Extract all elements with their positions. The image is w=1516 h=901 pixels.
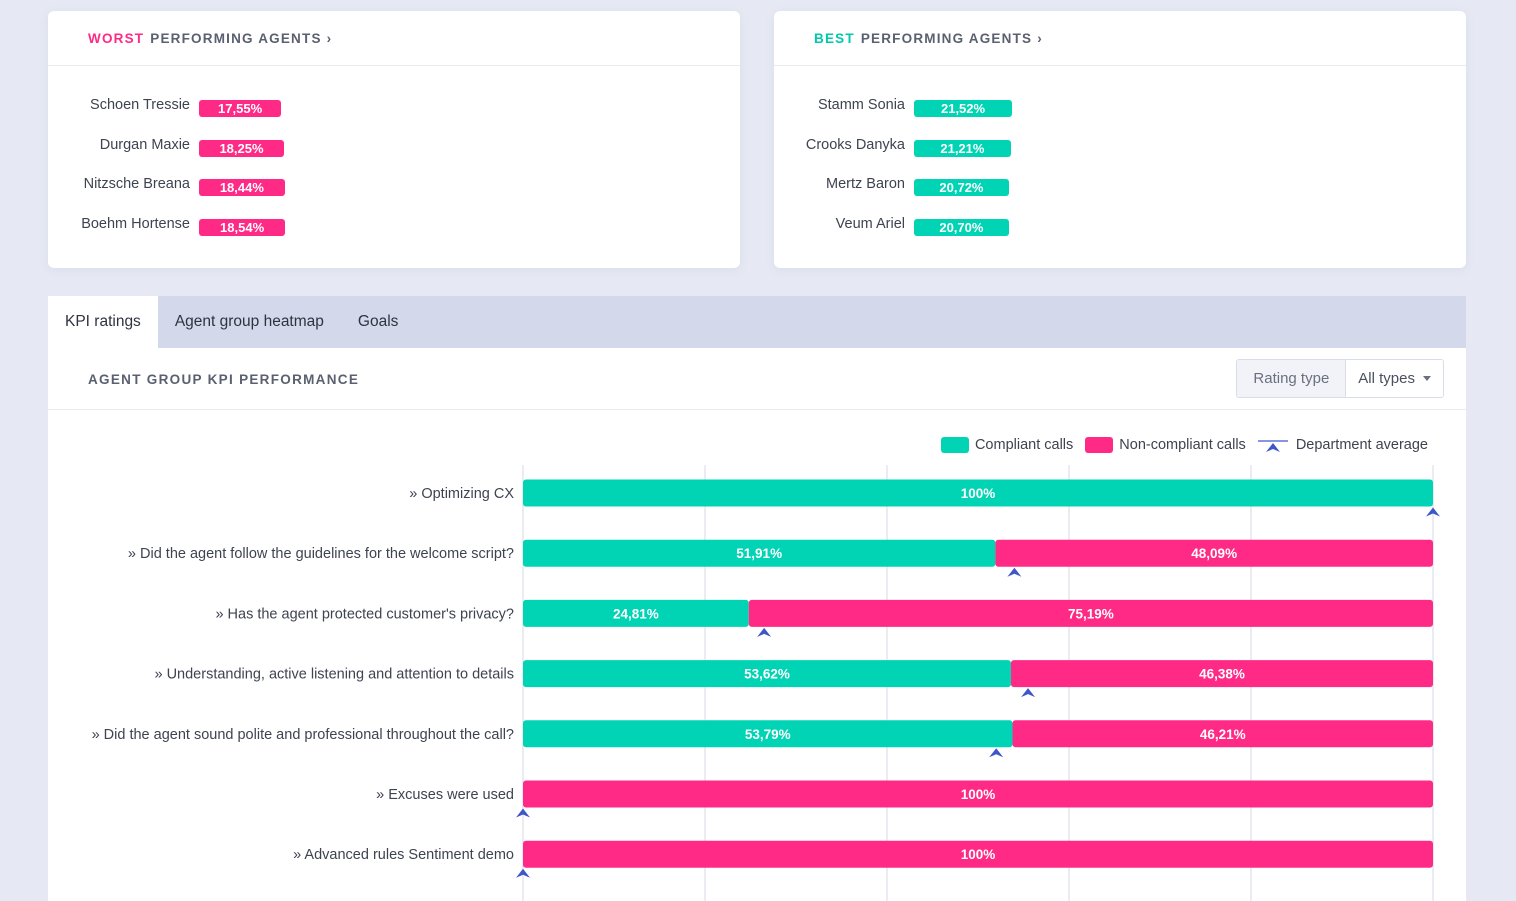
legend-swatch-compliant <box>940 437 969 453</box>
agent-score-badge: 18,44% <box>199 179 285 196</box>
legend-department-average[interactable]: Department average <box>1257 436 1428 454</box>
caret-down-icon <box>1423 376 1431 381</box>
bar-label-compliant: 100% <box>961 486 996 501</box>
kpi-chart: Compliant calls Non-compliant calls Depa… <box>48 410 1466 901</box>
rating-type-control: Rating type All types <box>1236 359 1444 398</box>
best-agents-card: BEST PERFORMING AGENTS › Stamm Sonia 21,5… <box>774 11 1466 268</box>
chevron-right-icon: › <box>326 30 333 46</box>
agent-name: Boehm Hortense <box>81 215 190 232</box>
agent-score-badge: 21,52% <box>914 100 1013 117</box>
best-agent-list: Stamm Sonia 21,52% Crooks Danyka 21,21% Mert… <box>774 97 1174 255</box>
agent-row[interactable]: Veum Ariel 20,70% <box>774 216 1174 256</box>
agent-name: Nitzsche Breana <box>83 176 190 192</box>
agent-row[interactable]: Durgan Maxie 18,25% <box>48 137 448 177</box>
category-label: » Advanced rules Sentiment demo <box>293 847 514 863</box>
agent-score-badge: 17,55% <box>199 100 282 117</box>
best-title: PERFORMING AGENTS <box>860 30 1033 46</box>
bar-label-compliant: 53,79% <box>745 727 791 742</box>
agent-score-badge: 21,21% <box>914 139 1011 157</box>
best-accent-word: BEST <box>814 30 855 46</box>
bar-label-non-compliant: 75,19% <box>1068 606 1114 621</box>
worst-accent-word: WORST <box>88 30 145 46</box>
section-header: AGENT GROUP KPI PERFORMANCE Rating type … <box>48 348 1466 410</box>
category-label: » Excuses were used <box>376 787 514 803</box>
agent-name: Schoen Tressie <box>90 97 190 113</box>
department-average-marker <box>989 748 1004 758</box>
agent-row[interactable]: Boehm Hortense 18,54% <box>48 216 448 256</box>
category-label: » Optimizing CX <box>409 486 514 502</box>
worst-title: PERFORMING AGENTS <box>150 30 322 46</box>
agent-row[interactable]: Mertz Baron 20,72% <box>774 176 1174 216</box>
agent-row[interactable]: Stamm Sonia 21,52% <box>774 97 1174 137</box>
bar-label-non-compliant: 100% <box>961 787 996 802</box>
best-agents-header-link[interactable]: BEST PERFORMING AGENTS › <box>774 11 1466 66</box>
agent-score-badge: 18,54% <box>199 218 286 236</box>
tabs-bar: KPI ratings Agent group heatmap Goals <box>48 296 1466 348</box>
bar-label-compliant: 24,81% <box>613 606 659 621</box>
rating-type-value: All types <box>1358 370 1415 387</box>
worst-agent-list: Schoen Tressie 17,55% Durgan Maxie 18,25% Ni… <box>48 97 448 255</box>
agent-name: Crooks Danyka <box>805 136 905 153</box>
category-label: » Understanding, active listening and at… <box>154 667 514 683</box>
agent-row[interactable]: Nitzsche Breana 18,44% <box>48 176 448 216</box>
bar-label-non-compliant: 100% <box>961 847 996 862</box>
chevron-right-icon: › <box>1037 30 1043 46</box>
agent-score-badge: 20,70% <box>914 218 1009 236</box>
rating-type-label: Rating type <box>1237 360 1347 397</box>
chart-legend: Compliant calls Non-compliant calls Depa… <box>929 436 1428 454</box>
kpi-bar-chart: » Optimizing CX 100% » Did the agent follo… <box>92 465 1440 901</box>
legend-label: Non-compliant calls <box>1119 437 1246 453</box>
agent-score-badge: 18,25% <box>199 139 284 157</box>
department-average-marker <box>1007 567 1022 577</box>
tab-agent-group-heatmap[interactable]: Agent group heatmap <box>158 296 341 348</box>
average-marker-icon <box>1257 440 1288 452</box>
rating-type-select[interactable]: All types <box>1346 360 1443 397</box>
agent-name: Stamm Sonia <box>817 97 905 113</box>
tab-kpi-ratings[interactable]: KPI ratings <box>48 296 158 348</box>
agent-row[interactable]: Crooks Danyka 21,21% <box>774 137 1174 177</box>
bar-label-non-compliant: 48,09% <box>1191 546 1237 561</box>
category-label: » Did the agent sound polite and profess… <box>92 727 514 743</box>
department-average-marker <box>1021 688 1036 698</box>
category-label: » Has the agent protected customer's pri… <box>215 606 514 622</box>
agent-name: Veum Ariel <box>835 215 905 232</box>
category-label: » Did the agent follow the guidelines fo… <box>128 546 514 562</box>
legend-label: Department average <box>1295 437 1428 453</box>
tab-goals[interactable]: Goals <box>341 296 416 348</box>
bar-label-non-compliant: 46,38% <box>1199 667 1245 682</box>
legend-label: Compliant calls <box>974 437 1074 453</box>
agent-name: Durgan Maxie <box>99 136 190 153</box>
bar-label-non-compliant: 46,21% <box>1200 727 1246 742</box>
section-title: AGENT GROUP KPI PERFORMANCE <box>88 372 360 387</box>
kpi-panel: KPI ratings Agent group heatmap Goals AGEN… <box>48 296 1466 901</box>
worst-agents-header-link[interactable]: WORST PERFORMING AGENTS › <box>48 11 740 66</box>
agent-score-badge: 20,72% <box>914 179 1009 196</box>
worst-agents-card: WORST PERFORMING AGENTS › Schoen Tressie… <box>48 11 740 268</box>
legend-compliant[interactable]: Compliant calls <box>940 437 1074 453</box>
bar-label-compliant: 51,91% <box>736 546 782 561</box>
bar-label-compliant: 53,62% <box>744 667 790 682</box>
agent-name: Mertz Baron <box>826 176 905 192</box>
legend-non-compliant[interactable]: Non-compliant calls <box>1085 437 1246 453</box>
agent-row[interactable]: Schoen Tressie 17,55% <box>48 97 448 137</box>
department-average-marker <box>757 627 772 637</box>
legend-swatch-non-compliant <box>1085 437 1114 453</box>
